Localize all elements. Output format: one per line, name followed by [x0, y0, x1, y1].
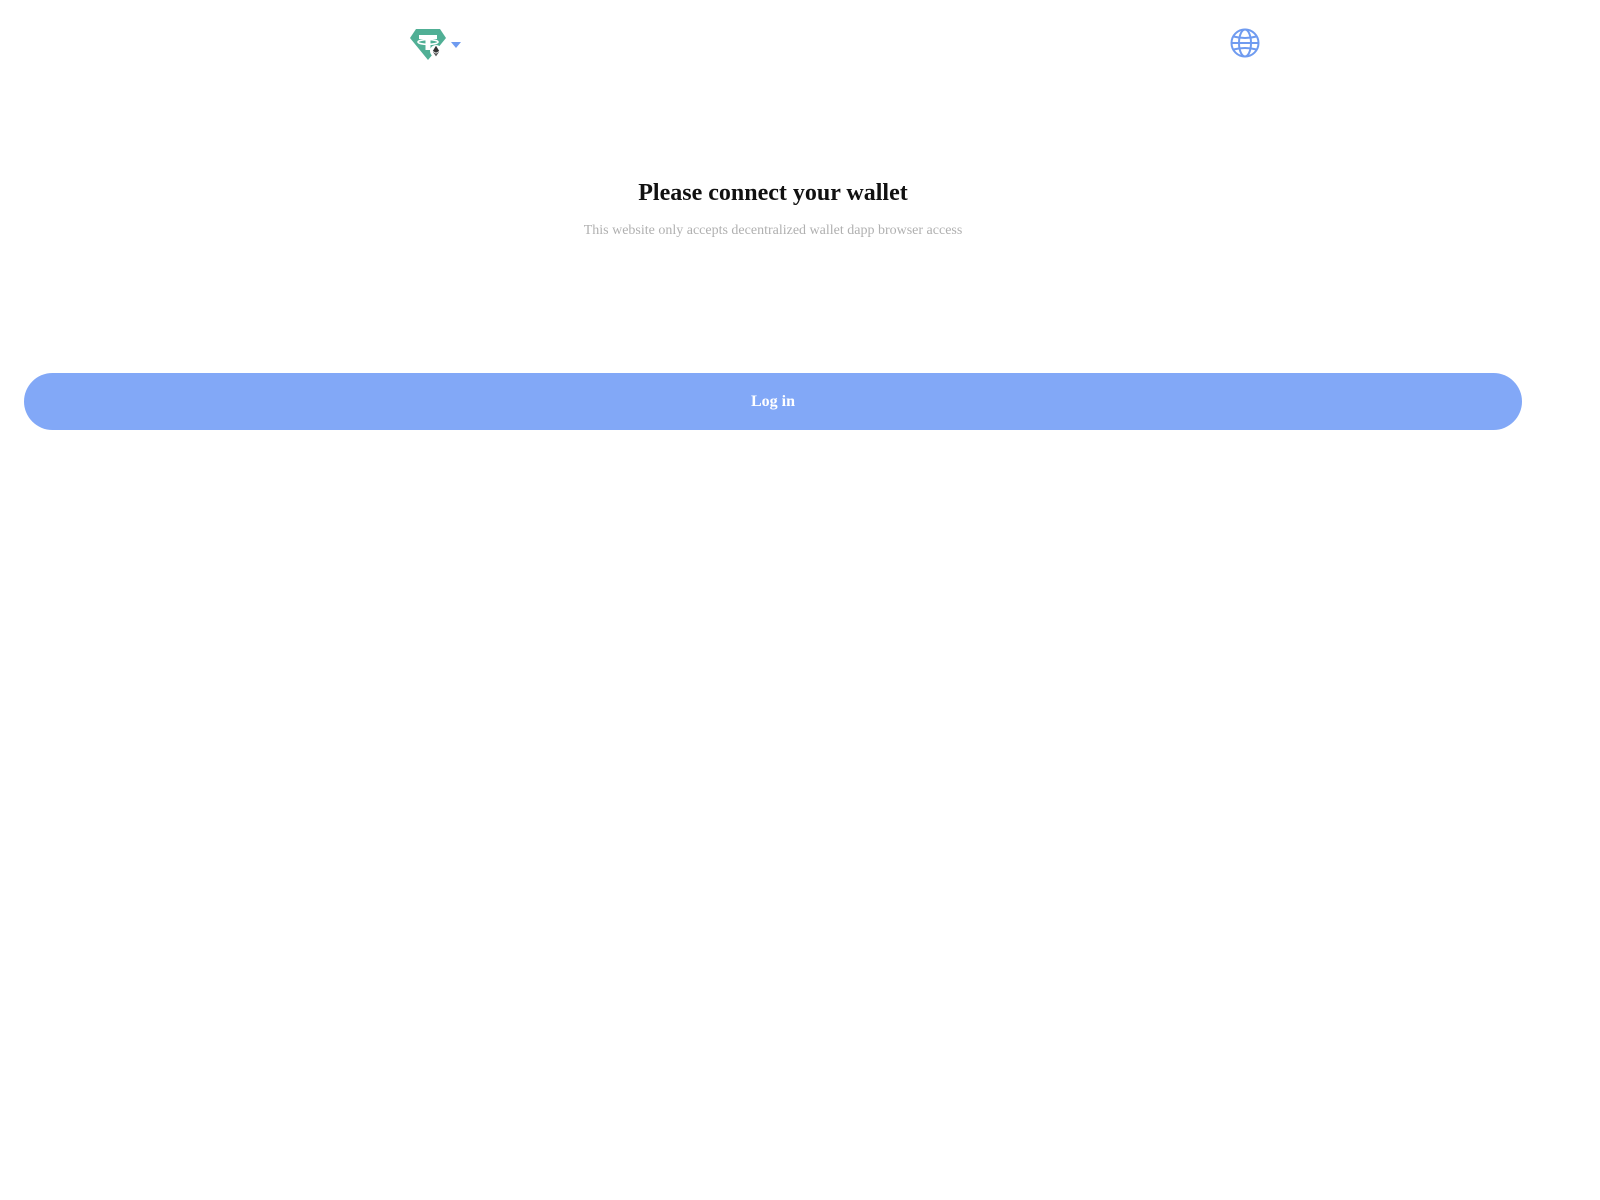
login-button[interactable]: Log in [24, 373, 1522, 430]
caret-down-icon [451, 42, 461, 48]
tether-usdt-logo-icon [410, 29, 446, 60]
language-globe-button[interactable] [1229, 27, 1261, 59]
globe-icon [1230, 28, 1260, 58]
token-selector[interactable] [409, 26, 461, 62]
page-subtitle: This website only accepts decentralized … [583, 223, 963, 238]
ethereum-icon [430, 45, 442, 57]
header [0, 0, 1600, 88]
page-title: Please connect your wallet [638, 180, 908, 206]
